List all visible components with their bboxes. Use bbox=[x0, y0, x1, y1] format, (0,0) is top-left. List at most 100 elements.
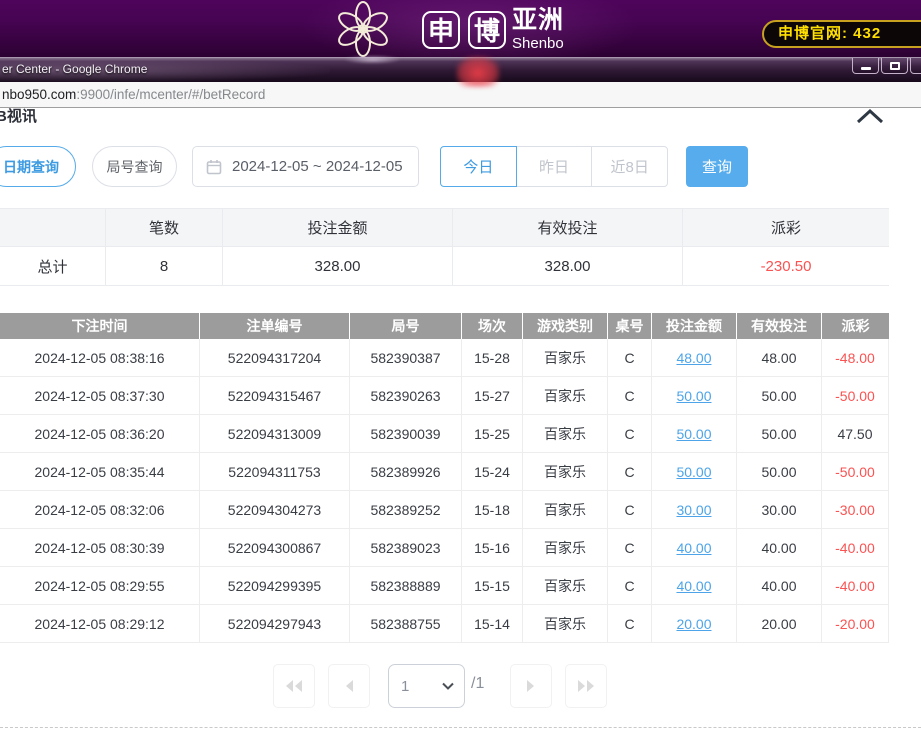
round-id-cell: 582390263 bbox=[350, 377, 462, 415]
session-cell: 15-27 bbox=[462, 377, 523, 415]
order-id-cell: 522094315467 bbox=[200, 377, 350, 415]
payout-cell: -30.00 bbox=[822, 491, 889, 529]
chevron-up-icon[interactable] bbox=[854, 108, 886, 125]
session-cell: 15-16 bbox=[462, 529, 523, 567]
summary-bet-amount: 328.00 bbox=[222, 247, 452, 286]
next-page-button[interactable] bbox=[510, 664, 552, 708]
table-code-cell: C bbox=[608, 605, 652, 643]
header-bet-time: 下注时间 bbox=[0, 313, 200, 339]
header-bet-amount: 投注金额 bbox=[652, 313, 737, 339]
bet-amount-link[interactable]: 30.00 bbox=[676, 502, 711, 518]
summary-header-row: 笔数 投注金额 有效投注 派彩 bbox=[0, 209, 888, 247]
payout-cell: -50.00 bbox=[822, 453, 889, 491]
header-payout: 派彩 bbox=[822, 313, 889, 339]
round-id-cell: 582390039 bbox=[350, 415, 462, 453]
table-code-cell: C bbox=[608, 339, 652, 377]
table-row: 2024-12-05 08:30:39522094300867582389023… bbox=[0, 529, 889, 567]
payout-cell: -40.00 bbox=[822, 529, 889, 567]
date-range-input[interactable]: 2024-12-05 ~ 2024-12-05 bbox=[192, 146, 419, 187]
bet-time-cell: 2024-12-05 08:37:30 bbox=[0, 377, 200, 415]
bet-amount-link[interactable]: 48.00 bbox=[676, 350, 711, 366]
yesterday-button[interactable]: 昨日 bbox=[516, 146, 593, 187]
valid-bet-cell: 50.00 bbox=[737, 453, 822, 491]
game-type-cell: 百家乐 bbox=[523, 377, 608, 415]
bet-time-cell: 2024-12-05 08:29:12 bbox=[0, 605, 200, 643]
table-code-cell: C bbox=[608, 377, 652, 415]
order-id-cell: 522094317204 bbox=[200, 339, 350, 377]
summary-count: 8 bbox=[105, 247, 222, 286]
valid-bet-cell: 20.00 bbox=[737, 605, 822, 643]
date-range-value: 2024-12-05 ~ 2024-12-05 bbox=[232, 158, 403, 175]
logo-char-2: 博 bbox=[474, 11, 500, 48]
logo-char-1: 申 bbox=[428, 11, 454, 48]
bet-table-body: 2024-12-05 08:38:16522094317204582390387… bbox=[0, 339, 889, 643]
page-select-value: 1 bbox=[401, 678, 442, 695]
table-code-cell: C bbox=[608, 415, 652, 453]
summary-header-valid-bet: 有效投注 bbox=[452, 209, 682, 247]
session-cell: 15-24 bbox=[462, 453, 523, 491]
table-code-cell: C bbox=[608, 567, 652, 605]
bet-time-cell: 2024-12-05 08:29:55 bbox=[0, 567, 200, 605]
chevron-down-icon bbox=[442, 682, 454, 690]
payout-cell: -40.00 bbox=[822, 567, 889, 605]
right-arrow-icon bbox=[524, 678, 538, 694]
today-button[interactable]: 今日 bbox=[440, 146, 517, 187]
search-button[interactable]: 查询 bbox=[686, 146, 748, 187]
bet-amount-link[interactable]: 40.00 bbox=[676, 540, 711, 556]
first-page-button[interactable] bbox=[273, 664, 315, 708]
dashed-separator bbox=[0, 727, 921, 728]
header-round-id: 局号 bbox=[350, 313, 462, 339]
minimize-icon bbox=[861, 67, 871, 70]
double-left-arrow-icon bbox=[284, 678, 304, 694]
round-id-cell: 582389926 bbox=[350, 453, 462, 491]
header-table-code: 桌号 bbox=[608, 313, 652, 339]
table-row: 2024-12-05 08:29:12522094297943582388755… bbox=[0, 605, 889, 643]
bet-amount-link[interactable]: 50.00 bbox=[676, 388, 711, 404]
close-window-button[interactable] bbox=[910, 58, 921, 74]
pagination: 1 /1 bbox=[0, 664, 921, 709]
summary-header-payout: 派彩 bbox=[682, 209, 889, 247]
header-session: 场次 bbox=[462, 313, 523, 339]
flower-logo-icon bbox=[332, 1, 394, 57]
order-id-cell: 522094299395 bbox=[200, 567, 350, 605]
site-logo: 申 博 亚洲 Shenbo bbox=[332, 0, 564, 57]
valid-bet-cell: 50.00 bbox=[737, 415, 822, 453]
bet-amount-cell: 40.00 bbox=[652, 529, 737, 567]
table-code-cell: C bbox=[608, 453, 652, 491]
maximize-button[interactable] bbox=[881, 58, 908, 74]
minimize-button[interactable] bbox=[852, 58, 879, 74]
round-query-tab[interactable]: 局号查询 bbox=[92, 146, 177, 187]
window-title: er Center - Google Chrome bbox=[2, 62, 147, 76]
valid-bet-cell: 48.00 bbox=[737, 339, 822, 377]
bet-amount-link[interactable]: 50.00 bbox=[676, 426, 711, 442]
summary-header-empty bbox=[0, 209, 105, 247]
previous-page-button[interactable] bbox=[328, 664, 370, 708]
last-page-button[interactable] bbox=[565, 664, 607, 708]
round-id-cell: 582388755 bbox=[350, 605, 462, 643]
payout-cell: -50.00 bbox=[822, 377, 889, 415]
bet-time-cell: 2024-12-05 08:38:16 bbox=[0, 339, 200, 377]
session-cell: 15-15 bbox=[462, 567, 523, 605]
order-id-cell: 522094297943 bbox=[200, 605, 350, 643]
bet-amount-link[interactable]: 50.00 bbox=[676, 464, 711, 480]
summary-header-bet-amount: 投注金额 bbox=[222, 209, 452, 247]
valid-bet-cell: 40.00 bbox=[737, 529, 822, 567]
bet-amount-cell: 50.00 bbox=[652, 415, 737, 453]
bet-amount-link[interactable]: 20.00 bbox=[676, 616, 711, 632]
official-site-badge[interactable]: 申博官网: 432 bbox=[762, 20, 921, 48]
valid-bet-cell: 40.00 bbox=[737, 567, 822, 605]
round-id-cell: 582389023 bbox=[350, 529, 462, 567]
table-code-cell: C bbox=[608, 529, 652, 567]
panel-title: B视讯 bbox=[0, 108, 37, 126]
table-row: 2024-12-05 08:32:06522094304273582389252… bbox=[0, 491, 889, 529]
round-id-cell: 582390387 bbox=[350, 339, 462, 377]
date-query-tab[interactable]: 日期查询 bbox=[0, 146, 76, 187]
last-8-days-button[interactable]: 近8日 bbox=[591, 146, 668, 187]
bet-time-cell: 2024-12-05 08:30:39 bbox=[0, 529, 200, 567]
game-type-cell: 百家乐 bbox=[523, 567, 608, 605]
url-domain: nbo950.com bbox=[2, 87, 76, 102]
game-type-cell: 百家乐 bbox=[523, 491, 608, 529]
url-text: nbo950.com:9900/infe/mcenter/#/betRecord bbox=[2, 82, 265, 107]
page-select[interactable]: 1 bbox=[388, 664, 465, 708]
bet-amount-link[interactable]: 40.00 bbox=[676, 578, 711, 594]
